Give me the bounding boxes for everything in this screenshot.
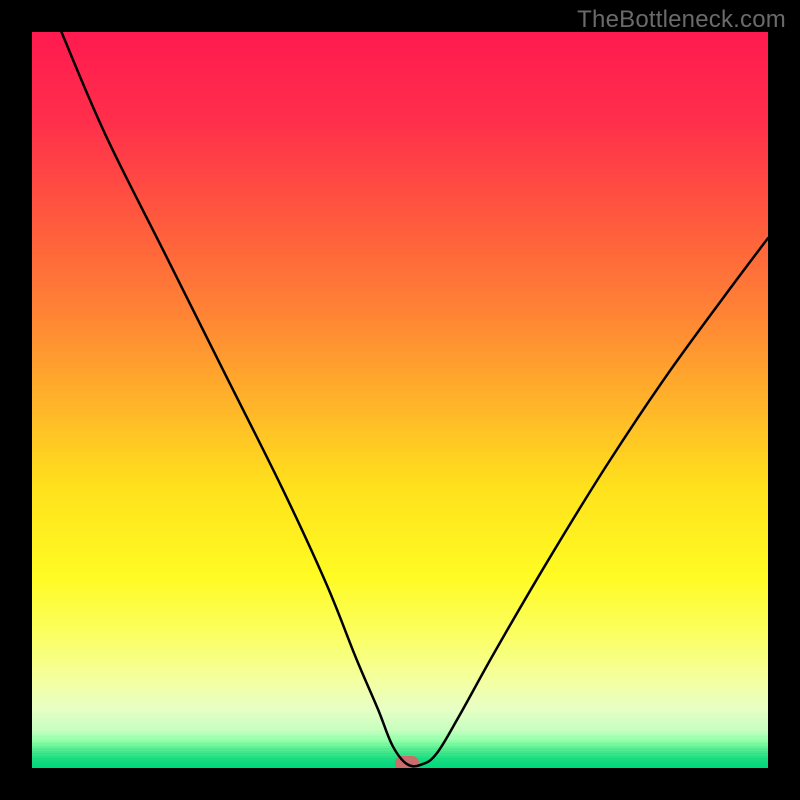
watermark-text: TheBottleneck.com <box>577 6 786 34</box>
chart-frame: TheBottleneck.com <box>0 0 800 800</box>
bottleneck-curve <box>32 32 768 768</box>
plot-area <box>32 32 768 768</box>
